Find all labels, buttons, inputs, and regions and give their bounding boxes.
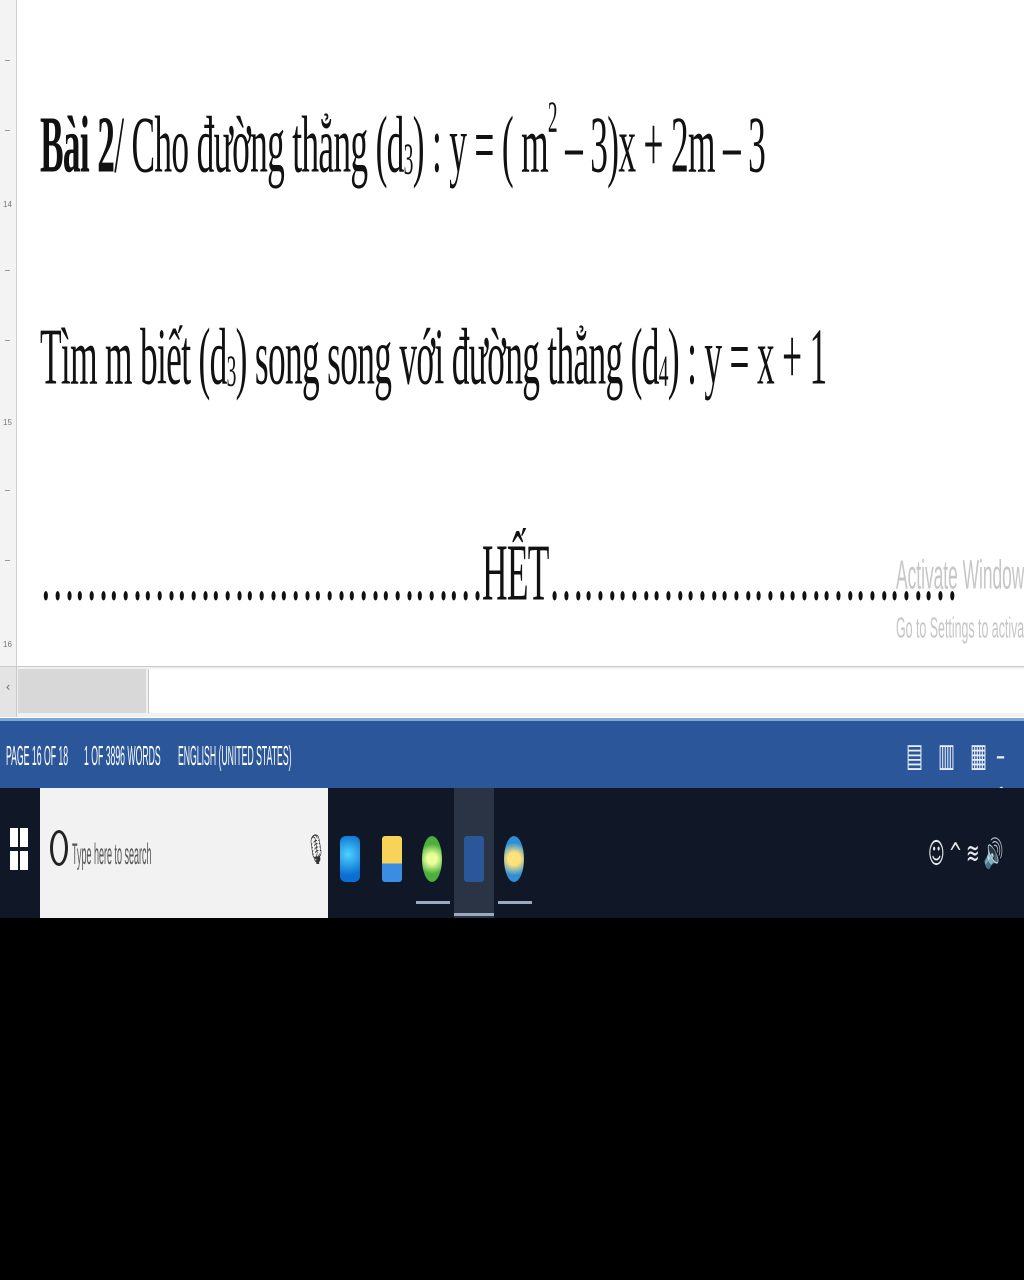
line-text: – 3)x + 2m – 3 (556, 101, 766, 190)
end-marker-line: …………………………………HẾT……………………………… (40, 528, 958, 619)
search-placeholder: Type here to search (72, 838, 152, 872)
edge-icon[interactable] (334, 814, 368, 894)
watermark-title: Activate Windows (896, 552, 1024, 597)
line-text: ) : y = x + 1 (667, 313, 827, 402)
dotted-leader: ………………………………… (40, 529, 483, 618)
system-tray: ☺^≋🔊 (928, 836, 1007, 870)
line-text: ) : y = ( m (412, 101, 549, 190)
person-icon[interactable]: ☺ (928, 836, 949, 870)
activate-windows-watermark: Activate Windows Go to Settings to activ… (896, 552, 1024, 646)
subscript: 4 (658, 348, 669, 397)
windows-taskbar: Type here to search 🎙 ☺^≋🔊 (0, 788, 1024, 918)
volume-icon[interactable]: 🔊 (984, 836, 1008, 870)
page-count[interactable]: PAGE 16 OF 18 (6, 739, 68, 771)
subscript: 3 (226, 348, 237, 397)
word-status-bar: PAGE 16 OF 18 1 OF 3896 WORDS ENGLISH (U… (0, 718, 1024, 813)
line-text: / Cho đường thẳng (d (114, 101, 404, 190)
windows-start-icon[interactable] (10, 828, 28, 870)
scroll-left-icon[interactable]: ‹ (0, 667, 17, 717)
scrollbar-track[interactable] (148, 669, 1024, 713)
read-mode-icon[interactable]: ▤ (906, 737, 923, 775)
chevron-up-icon[interactable]: ^ (949, 836, 966, 870)
scrollbar-thumb[interactable] (18, 669, 146, 713)
question-line: Tìm m biết (d3) song song với đường thẳn… (40, 312, 827, 403)
exercise-label: Bài 2 (40, 101, 115, 190)
line-text: ) song song với đường thẳng (d (235, 313, 660, 402)
network-icon[interactable]: ≋ (966, 836, 983, 870)
taskbar-search-box[interactable]: Type here to search 🎙 (40, 788, 328, 918)
line-text: Tìm m biết (d (40, 313, 227, 402)
document-page[interactable]: 14 15 16 Bài 2/ Cho đường thẳng (d3) : y… (0, 0, 1024, 718)
language-indicator[interactable]: ENGLISH (UNITED STATES) (178, 739, 291, 771)
subscript: 3 (403, 136, 414, 185)
end-word: HẾT (482, 529, 549, 618)
vertical-ruler: 14 15 16 (0, 0, 17, 668)
watermark-subtitle: Go to Settings to activate Windows. (896, 612, 1024, 645)
superscript: 2 (547, 94, 558, 143)
word-icon[interactable] (454, 788, 494, 918)
file-explorer-icon[interactable] (376, 814, 410, 894)
word-count[interactable]: 1 OF 3896 WORDS (84, 739, 161, 771)
cortana-icon[interactable] (50, 830, 68, 866)
exercise-2-line: Bài 2/ Cho đường thẳng (d3) : y = ( m2 –… (40, 96, 766, 191)
app-globe-icon[interactable] (498, 814, 532, 904)
app-green-icon[interactable] (416, 814, 450, 904)
microphone-icon[interactable]: 🎙 (306, 832, 326, 866)
web-layout-icon[interactable]: ▦ (970, 737, 987, 775)
horizontal-scrollbar[interactable]: ‹ (0, 666, 1024, 717)
print-layout-icon[interactable]: ▥ (938, 737, 955, 775)
